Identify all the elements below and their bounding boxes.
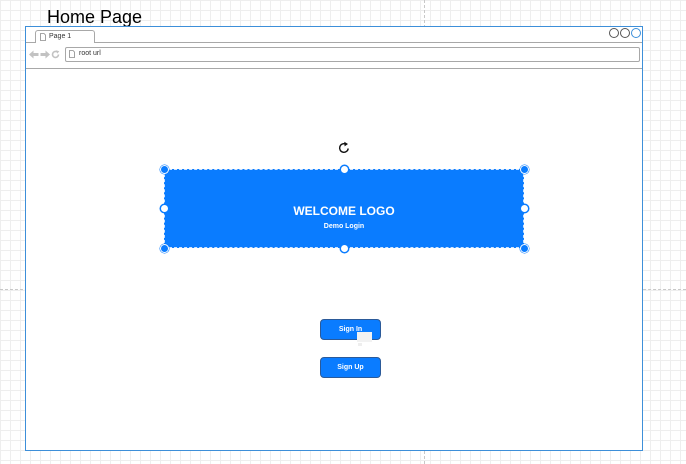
minimize-circle-icon[interactable] [609,28,619,38]
resize-handle-middle-right[interactable] [519,204,529,213]
drag-cursor-overlay [357,332,372,342]
browser-title-bar: Page 1 [26,27,642,43]
forward-arrow-icon[interactable] [40,50,50,61]
back-arrow-icon[interactable] [29,50,39,61]
page-label: Home Page [47,7,143,27]
reload-icon[interactable] [51,50,60,61]
maximize-circle-icon[interactable] [631,28,641,38]
rotate-handle-icon[interactable] [335,139,353,157]
browser-navigation-bar: root url [26,43,642,69]
resize-handle-bottom-left[interactable] [159,243,169,253]
address-bar-url: root url [79,50,101,57]
drag-cursor-marker [358,343,362,346]
resize-handle-top-left[interactable] [159,164,169,174]
window-controls [609,28,641,38]
resize-handle-middle-left[interactable] [159,204,169,213]
logo-title: WELCOME LOGO [293,204,395,218]
resize-handle-bottom-center[interactable] [339,243,349,253]
browser-tab-label: Page 1 [49,33,72,40]
logo-subtitle: Demo Login [323,223,365,230]
resize-handle-top-center[interactable] [339,164,349,174]
navigation-buttons [29,50,60,61]
page-document-icon [69,50,75,58]
resize-handle-bottom-right[interactable] [519,243,529,253]
browser-tab[interactable]: Page 1 [35,30,95,43]
restore-circle-icon[interactable] [620,28,630,38]
address-bar[interactable]: root url [65,47,640,62]
resize-handle-top-right[interactable] [519,164,529,174]
welcome-logo-block[interactable]: WELCOME LOGO Demo Login [164,169,524,248]
sign-up-button[interactable]: Sign Up [320,357,381,378]
page-document-icon [40,33,46,41]
